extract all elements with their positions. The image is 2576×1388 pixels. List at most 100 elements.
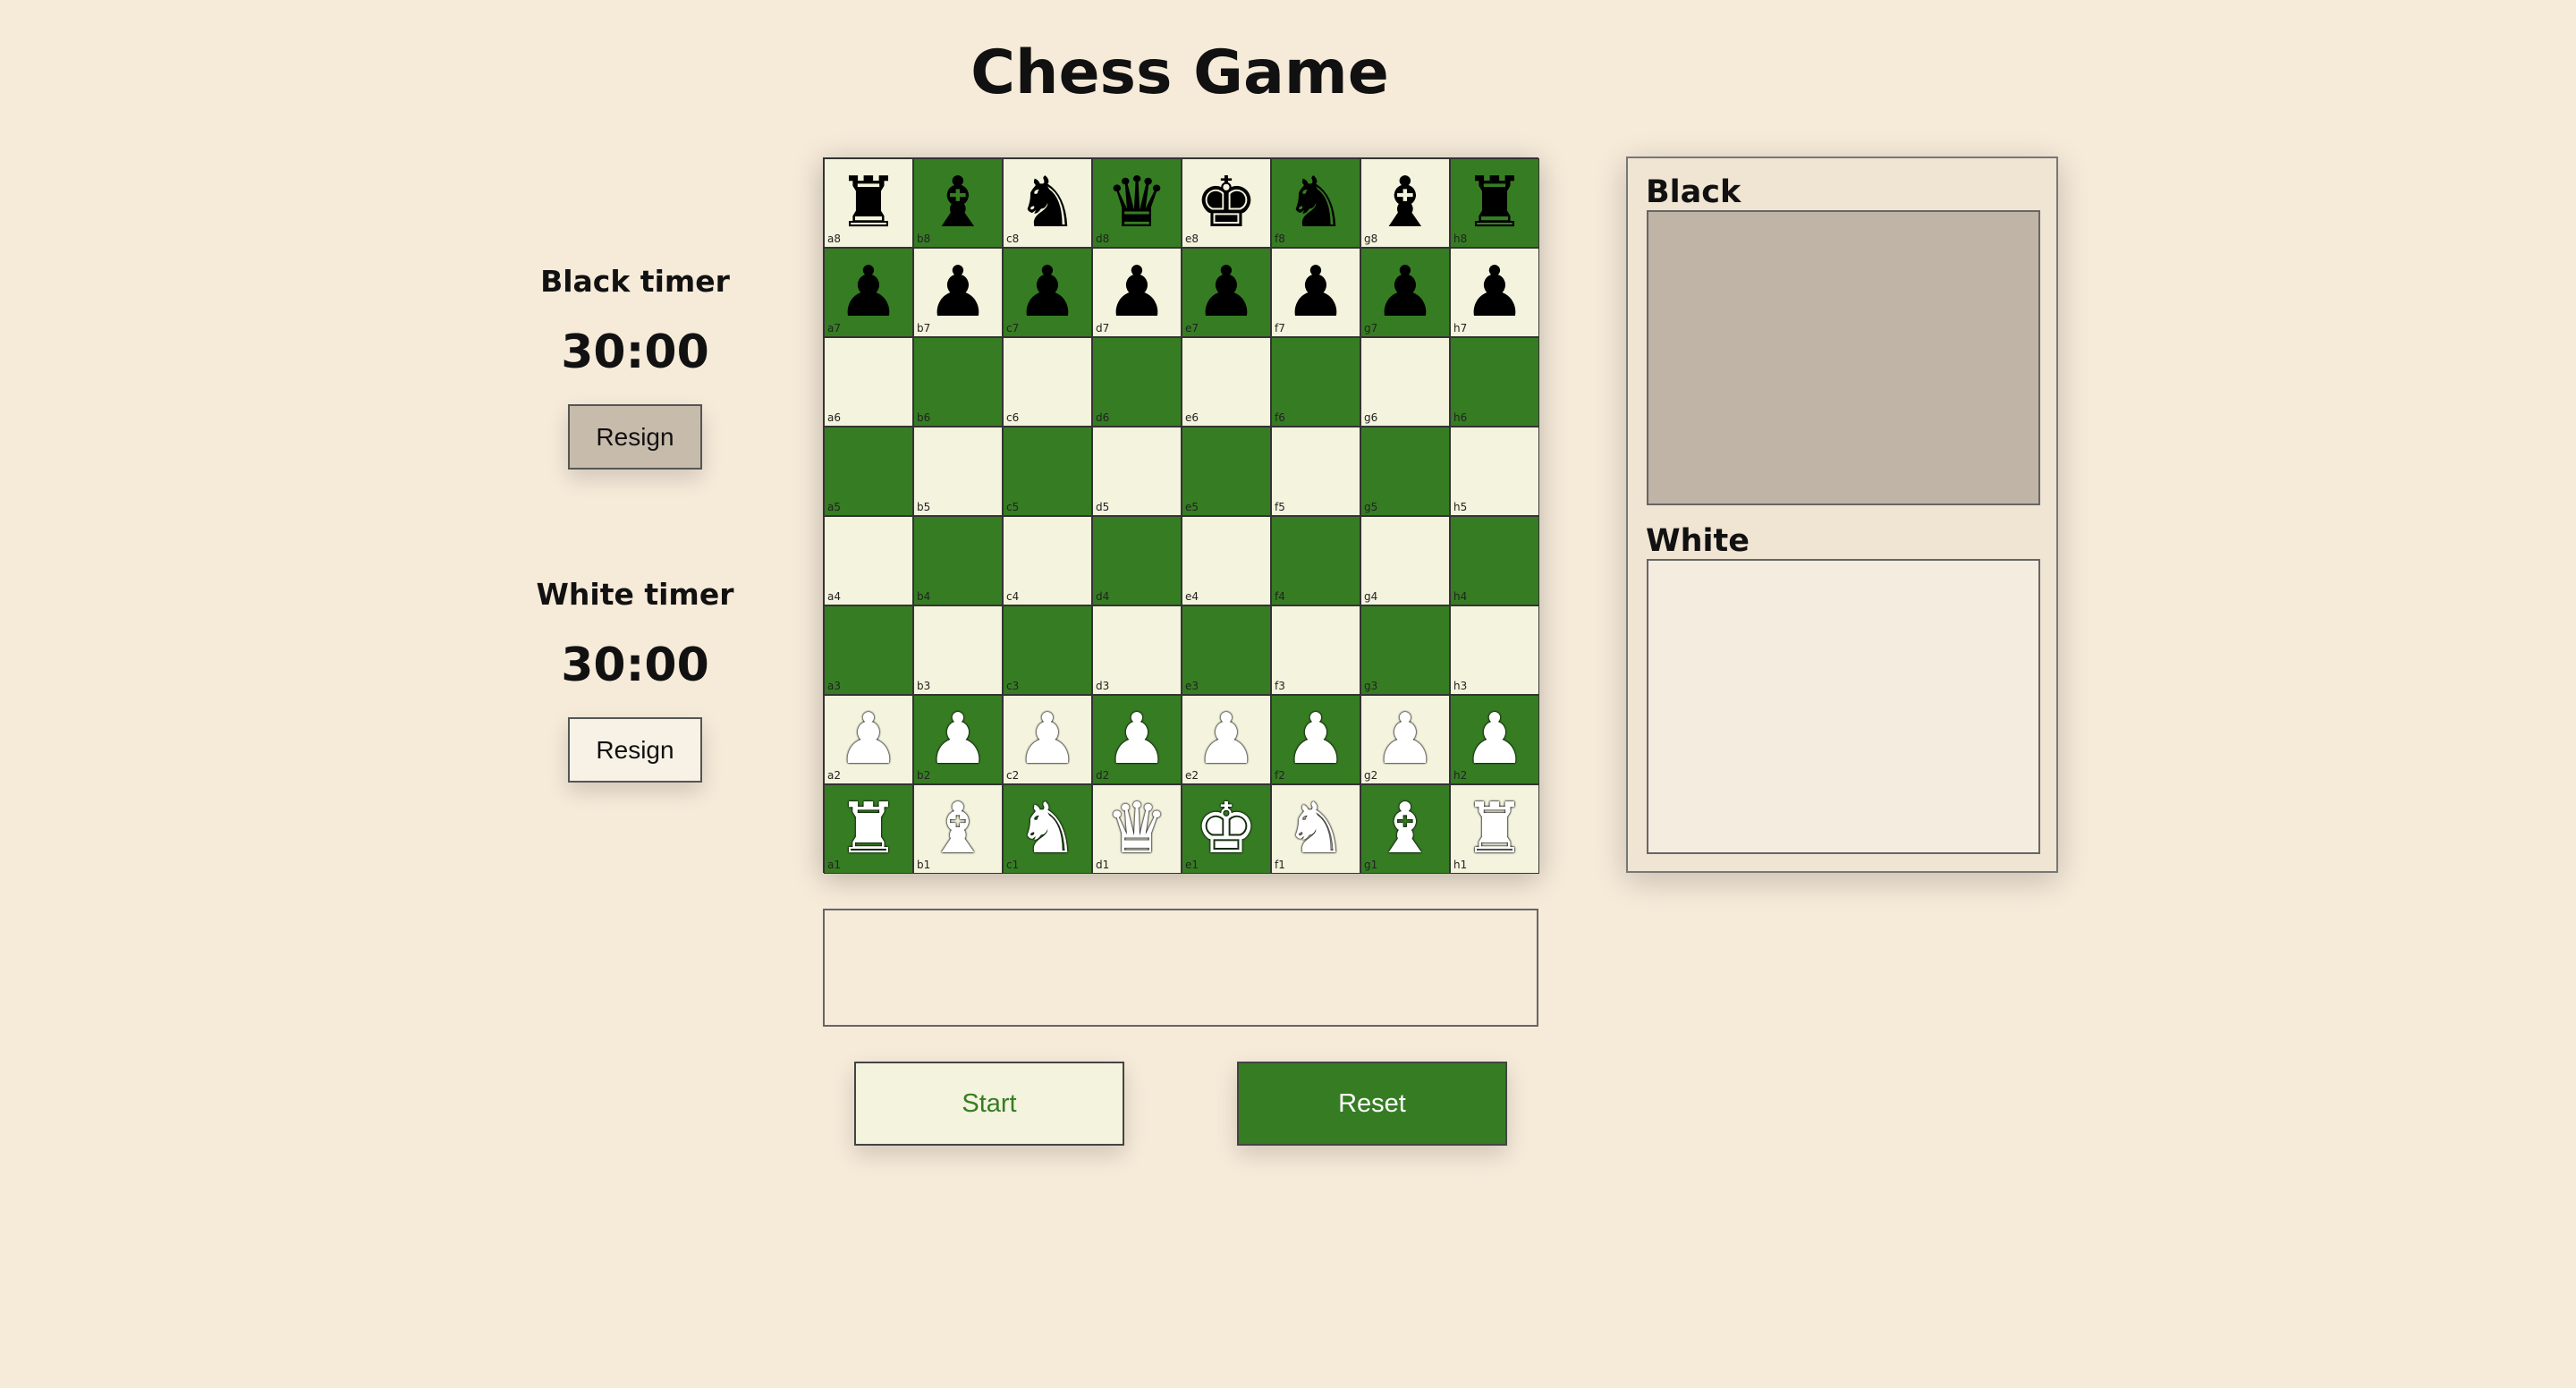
square-c8[interactable]: ♞ c8	[1003, 158, 1092, 248]
square-a6[interactable]: a6	[824, 337, 913, 427]
square-a4[interactable]: a4	[824, 516, 913, 605]
black-pawn-icon[interactable]: ♟	[1195, 258, 1258, 327]
square-d2[interactable]: ♟ d2	[1092, 695, 1182, 784]
black-rook-icon[interactable]: ♜	[837, 168, 900, 238]
square-c6[interactable]: c6	[1003, 337, 1092, 427]
white-bishop-icon[interactable]: ♝	[927, 794, 989, 864]
black-queen-icon[interactable]: ♛	[1106, 168, 1168, 238]
white-bishop-icon[interactable]: ♝	[1374, 794, 1436, 864]
square-f7[interactable]: ♟ f7	[1271, 248, 1360, 337]
white-pawn-icon[interactable]: ♟	[1106, 705, 1168, 774]
square-c3[interactable]: c3	[1003, 605, 1092, 695]
square-e2[interactable]: ♟ e2	[1182, 695, 1271, 784]
square-h6[interactable]: h6	[1450, 337, 1539, 427]
square-h1[interactable]: ♜ h1	[1450, 784, 1539, 874]
square-h5[interactable]: h5	[1450, 427, 1539, 516]
square-e3[interactable]: e3	[1182, 605, 1271, 695]
square-h7[interactable]: ♟ h7	[1450, 248, 1539, 337]
black-knight-icon[interactable]: ♞	[1284, 168, 1347, 238]
square-e5[interactable]: e5	[1182, 427, 1271, 516]
square-b1[interactable]: ♝ b1	[913, 784, 1003, 874]
white-knight-icon[interactable]: ♞	[1016, 794, 1079, 864]
square-f2[interactable]: ♟ f2	[1271, 695, 1360, 784]
square-f4[interactable]: f4	[1271, 516, 1360, 605]
square-h2[interactable]: ♟ h2	[1450, 695, 1539, 784]
square-g8[interactable]: ♝ g8	[1360, 158, 1450, 248]
start-button[interactable]: Start	[854, 1062, 1124, 1146]
square-d6[interactable]: d6	[1092, 337, 1182, 427]
square-b8[interactable]: ♝ b8	[913, 158, 1003, 248]
square-e8[interactable]: ♚ e8	[1182, 158, 1271, 248]
square-c2[interactable]: ♟ c2	[1003, 695, 1092, 784]
white-resign-button[interactable]: Resign	[568, 717, 702, 783]
square-e4[interactable]: e4	[1182, 516, 1271, 605]
square-c7[interactable]: ♟ c7	[1003, 248, 1092, 337]
square-a1[interactable]: ♜ a1	[824, 784, 913, 874]
square-b7[interactable]: ♟ b7	[913, 248, 1003, 337]
square-g1[interactable]: ♝ g1	[1360, 784, 1450, 874]
square-a5[interactable]: a5	[824, 427, 913, 516]
black-pawn-icon[interactable]: ♟	[837, 258, 900, 327]
square-c5[interactable]: c5	[1003, 427, 1092, 516]
square-b2[interactable]: ♟ b2	[913, 695, 1003, 784]
black-bishop-icon[interactable]: ♝	[1374, 168, 1436, 238]
reset-button[interactable]: Reset	[1237, 1062, 1507, 1146]
square-d5[interactable]: d5	[1092, 427, 1182, 516]
black-pawn-icon[interactable]: ♟	[1106, 258, 1168, 327]
square-h8[interactable]: ♜ h8	[1450, 158, 1539, 248]
square-d3[interactable]: d3	[1092, 605, 1182, 695]
white-pawn-icon[interactable]: ♟	[927, 705, 989, 774]
white-pawn-icon[interactable]: ♟	[1374, 705, 1436, 774]
black-rook-icon[interactable]: ♜	[1463, 168, 1526, 238]
square-b5[interactable]: b5	[913, 427, 1003, 516]
black-bishop-icon[interactable]: ♝	[927, 168, 989, 238]
square-g6[interactable]: g6	[1360, 337, 1450, 427]
square-f1[interactable]: ♞ f1	[1271, 784, 1360, 874]
square-b6[interactable]: b6	[913, 337, 1003, 427]
square-a8[interactable]: ♜ a8	[824, 158, 913, 248]
square-a7[interactable]: ♟ a7	[824, 248, 913, 337]
square-d4[interactable]: d4	[1092, 516, 1182, 605]
white-knight-icon[interactable]: ♞	[1284, 794, 1347, 864]
square-f3[interactable]: f3	[1271, 605, 1360, 695]
square-h3[interactable]: h3	[1450, 605, 1539, 695]
square-g4[interactable]: g4	[1360, 516, 1450, 605]
black-pawn-icon[interactable]: ♟	[1016, 258, 1079, 327]
square-a3[interactable]: a3	[824, 605, 913, 695]
square-h4[interactable]: h4	[1450, 516, 1539, 605]
white-pawn-icon[interactable]: ♟	[1016, 705, 1079, 774]
white-pawn-icon[interactable]: ♟	[1284, 705, 1347, 774]
white-rook-icon[interactable]: ♜	[837, 794, 900, 864]
square-a2[interactable]: ♟ a2	[824, 695, 913, 784]
black-pawn-icon[interactable]: ♟	[1463, 258, 1526, 327]
square-g5[interactable]: g5	[1360, 427, 1450, 516]
chess-board[interactable]: ♜ a8 ♝ b8 ♞ c8 ♛ d8 ♚ e8 ♞ f8 ♝ g8 ♜ h8 ♟ a7 ♟ b7 ♟ c7 ♟ d7 ♟ e7 ♟…	[823, 157, 1539, 874]
black-knight-icon[interactable]: ♞	[1016, 168, 1079, 238]
white-rook-icon[interactable]: ♜	[1463, 794, 1526, 864]
square-d8[interactable]: ♛ d8	[1092, 158, 1182, 248]
square-d1[interactable]: ♛ d1	[1092, 784, 1182, 874]
white-pawn-icon[interactable]: ♟	[1463, 705, 1526, 774]
white-queen-icon[interactable]: ♛	[1106, 794, 1168, 864]
square-d7[interactable]: ♟ d7	[1092, 248, 1182, 337]
square-g3[interactable]: g3	[1360, 605, 1450, 695]
square-e6[interactable]: e6	[1182, 337, 1271, 427]
square-b4[interactable]: b4	[913, 516, 1003, 605]
square-f8[interactable]: ♞ f8	[1271, 158, 1360, 248]
square-e7[interactable]: ♟ e7	[1182, 248, 1271, 337]
square-e1[interactable]: ♚ e1	[1182, 784, 1271, 874]
black-king-icon[interactable]: ♚	[1195, 168, 1258, 238]
square-g2[interactable]: ♟ g2	[1360, 695, 1450, 784]
square-c4[interactable]: c4	[1003, 516, 1092, 605]
square-c1[interactable]: ♞ c1	[1003, 784, 1092, 874]
square-f6[interactable]: f6	[1271, 337, 1360, 427]
black-resign-button[interactable]: Resign	[568, 404, 702, 470]
black-pawn-icon[interactable]: ♟	[1284, 258, 1347, 327]
white-pawn-icon[interactable]: ♟	[1195, 705, 1258, 774]
square-f5[interactable]: f5	[1271, 427, 1360, 516]
white-pawn-icon[interactable]: ♟	[837, 705, 900, 774]
black-pawn-icon[interactable]: ♟	[927, 258, 989, 327]
black-pawn-icon[interactable]: ♟	[1374, 258, 1436, 327]
white-king-icon[interactable]: ♚	[1195, 794, 1258, 864]
square-b3[interactable]: b3	[913, 605, 1003, 695]
